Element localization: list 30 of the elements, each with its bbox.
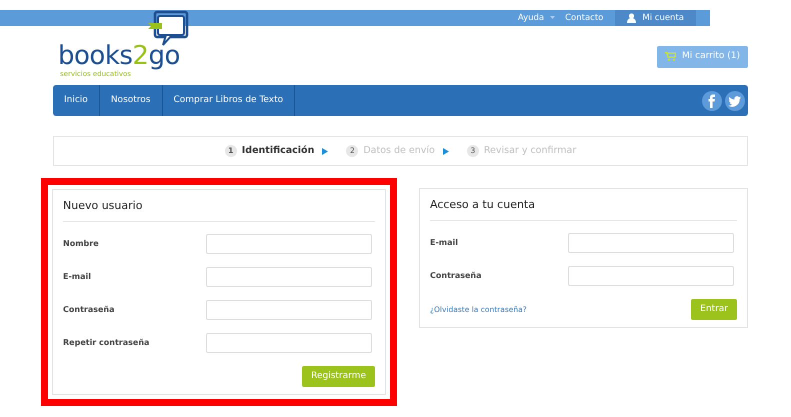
arrow-icon <box>442 148 449 154</box>
input-field[interactable] <box>206 332 372 352</box>
cart-button[interactable]: Mi carrito (1) <box>657 46 748 68</box>
nav-link[interactable]: Inicio <box>53 85 100 116</box>
input-field[interactable] <box>206 234 372 254</box>
twitter-icon[interactable] <box>725 90 745 110</box>
register-button[interactable]: Registrarme <box>302 366 375 387</box>
field-label: Nombre <box>63 238 99 250</box>
login-button[interactable]: Entrar <box>691 298 737 320</box>
field-label: E-mail <box>63 270 92 282</box>
field-label: Contraseña <box>63 304 115 316</box>
input-field[interactable] <box>206 266 372 286</box>
top-link[interactable]: Ayuda <box>518 12 544 24</box>
cart-icon <box>665 52 676 62</box>
user-icon <box>627 13 636 23</box>
nav-link[interactable]: Comprar Libros de Texto <box>162 85 296 116</box>
input-field[interactable] <box>206 300 372 320</box>
facebook-icon[interactable] <box>702 90 722 110</box>
top-link[interactable]: Contacto <box>565 12 604 24</box>
field-label: E-mail <box>430 236 458 248</box>
panel-title: Nuevo usuario <box>63 190 375 222</box>
arrow-icon <box>322 148 328 154</box>
logo-text[interactable]: books2go <box>58 43 180 69</box>
input-field[interactable] <box>568 232 734 252</box>
account-button[interactable]: Mi cuenta <box>615 10 696 26</box>
input-field[interactable] <box>568 266 734 286</box>
panel-title: Acceso a tu cuenta <box>430 189 737 220</box>
nav-link[interactable]: Nosotros <box>100 85 162 116</box>
field-label: Contraseña <box>430 270 482 282</box>
field-label: Repetir contraseña <box>63 336 150 348</box>
